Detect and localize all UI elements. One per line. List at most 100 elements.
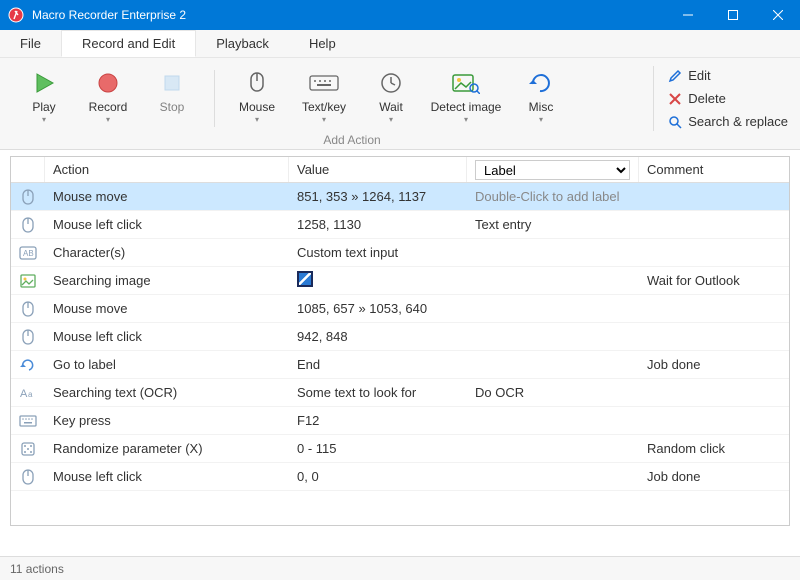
clock-icon <box>379 68 403 98</box>
row-comment: Job done <box>639 357 789 372</box>
table-row[interactable]: Mouse move851, 353 » 1264, 1137Double-Cl… <box>11 183 789 211</box>
menu-help[interactable]: Help <box>289 30 356 57</box>
row-action: Mouse left click <box>45 469 289 484</box>
row-value <box>289 271 467 290</box>
chevron-down-icon: ▾ <box>389 116 393 124</box>
row-value: End <box>289 357 467 372</box>
row-value: 1085, 657 » 1053, 640 <box>289 301 467 316</box>
svg-text:a: a <box>28 390 33 399</box>
header-action[interactable]: Action <box>45 157 289 182</box>
row-icon <box>11 468 45 486</box>
row-comment: Random click <box>639 441 789 456</box>
row-action: Randomize parameter (X) <box>45 441 289 456</box>
toolgroup-actions: Mouse ▾ Text/key ▾ Wait ▾ Detect image ▾… <box>225 66 573 131</box>
chevron-down-icon: ▾ <box>42 116 46 124</box>
chevron-down-icon: ▾ <box>539 116 543 124</box>
app-icon <box>8 7 24 23</box>
mouse-icon <box>246 68 268 98</box>
row-value: 942, 848 <box>289 329 467 344</box>
record-button[interactable]: Record ▾ <box>76 66 140 131</box>
table-row[interactable]: Mouse left click0, 0Job done <box>11 463 789 491</box>
row-icon: AB <box>11 246 45 260</box>
title-bar: Macro Recorder Enterprise 2 <box>0 0 800 30</box>
stop-button[interactable]: Stop <box>140 66 204 131</box>
row-icon <box>11 415 45 427</box>
row-icon <box>11 358 45 372</box>
header-value[interactable]: Value <box>289 157 467 182</box>
header-label[interactable]: Label <box>467 157 639 182</box>
toolbar-group-label: Add Action <box>182 133 522 147</box>
row-value: 1258, 1130 <box>289 217 467 232</box>
table-row[interactable]: Searching imageWait for Outlook <box>11 267 789 295</box>
header-icon-col <box>11 157 45 182</box>
row-value: 0 - 115 <box>289 441 467 456</box>
table-row[interactable]: AaSearching text (OCR)Some text to look … <box>11 379 789 407</box>
toolbar: Play ▾ Record ▾ Stop Mouse ▾ Text/key <box>0 58 800 150</box>
chevron-down-icon: ▾ <box>255 116 259 124</box>
row-icon <box>11 216 45 234</box>
row-action: Character(s) <box>45 245 289 260</box>
chevron-down-icon: ▾ <box>322 116 326 124</box>
edit-link[interactable]: Edit <box>668 66 788 85</box>
search-icon <box>668 115 682 129</box>
label-filter-select[interactable]: Label <box>475 160 630 180</box>
row-value: 0, 0 <box>289 469 467 484</box>
row-action: Mouse left click <box>45 217 289 232</box>
maximize-button[interactable] <box>710 0 755 30</box>
mouse-button[interactable]: Mouse ▾ <box>225 66 289 131</box>
row-icon <box>11 441 45 457</box>
row-value: F12 <box>289 413 467 428</box>
row-comment: Wait for Outlook <box>639 273 789 288</box>
row-label[interactable]: Text entry <box>467 217 639 232</box>
menu-file[interactable]: File <box>0 30 61 57</box>
header-comment[interactable]: Comment <box>639 157 789 182</box>
row-action: Mouse move <box>45 189 289 204</box>
close-button[interactable] <box>755 0 800 30</box>
menu-record-edit[interactable]: Record and Edit <box>61 30 196 57</box>
chevron-down-icon: ▾ <box>464 116 468 124</box>
misc-button[interactable]: Misc ▾ <box>509 66 573 131</box>
table-row[interactable]: Randomize parameter (X)0 - 115 Random cli… <box>11 435 789 463</box>
pencil-icon <box>668 69 682 83</box>
window-title: Macro Recorder Enterprise 2 <box>32 8 665 22</box>
status-bar: 11 actions <box>0 556 800 580</box>
search-replace-link[interactable]: Search & replace <box>668 112 788 131</box>
row-icon <box>11 274 45 288</box>
table-row[interactable]: Key pressF12 <box>11 407 789 435</box>
stop-icon <box>159 68 185 98</box>
table-row[interactable]: Mouse left click942, 848 <box>11 323 789 351</box>
row-icon <box>11 328 45 346</box>
table-row[interactable]: Mouse move1085, 657 » 1053, 640 <box>11 295 789 323</box>
textkey-button[interactable]: Text/key ▾ <box>289 66 359 131</box>
row-action: Mouse move <box>45 301 289 316</box>
menu-bar: File Record and Edit Playback Help <box>0 30 800 58</box>
table-row[interactable]: Go to labelEndJob done <box>11 351 789 379</box>
status-text: 11 actions <box>10 562 64 576</box>
minimize-button[interactable] <box>665 0 710 30</box>
row-value: 851, 353 » 1264, 1137 <box>289 189 467 204</box>
play-button[interactable]: Play ▾ <box>12 66 76 131</box>
row-action: Mouse left click <box>45 329 289 344</box>
action-grid: Action Value Label Comment Mouse move851… <box>10 156 790 526</box>
detect-image-button[interactable]: Detect image ▾ <box>423 66 509 131</box>
delete-link[interactable]: Delete <box>668 89 788 108</box>
row-icon <box>11 188 45 206</box>
menu-playback[interactable]: Playback <box>196 30 289 57</box>
record-icon <box>95 68 121 98</box>
row-value: Custom text input <box>289 245 467 260</box>
grid-header: Action Value Label Comment <box>11 157 789 183</box>
grid-body[interactable]: Mouse move851, 353 » 1264, 1137Double-Cl… <box>11 183 789 525</box>
toolbar-separator <box>214 70 215 127</box>
keyboard-icon <box>309 68 339 98</box>
table-row[interactable]: AB Character(s)Custom text input <box>11 239 789 267</box>
row-label[interactable]: Do OCR <box>467 385 639 400</box>
svg-text:AB: AB <box>23 249 34 258</box>
row-label[interactable]: Double-Click to add label <box>467 189 639 204</box>
chevron-down-icon: ▾ <box>106 116 110 124</box>
row-action: Key press <box>45 413 289 428</box>
toolgroup-playback: Play ▾ Record ▾ Stop <box>12 66 204 131</box>
image-thumbnail <box>297 271 313 287</box>
table-row[interactable]: Mouse left click1258, 1130Text entry <box>11 211 789 239</box>
toolbar-sidepanel: Edit Delete Search & replace <box>653 66 788 131</box>
wait-button[interactable]: Wait ▾ <box>359 66 423 131</box>
